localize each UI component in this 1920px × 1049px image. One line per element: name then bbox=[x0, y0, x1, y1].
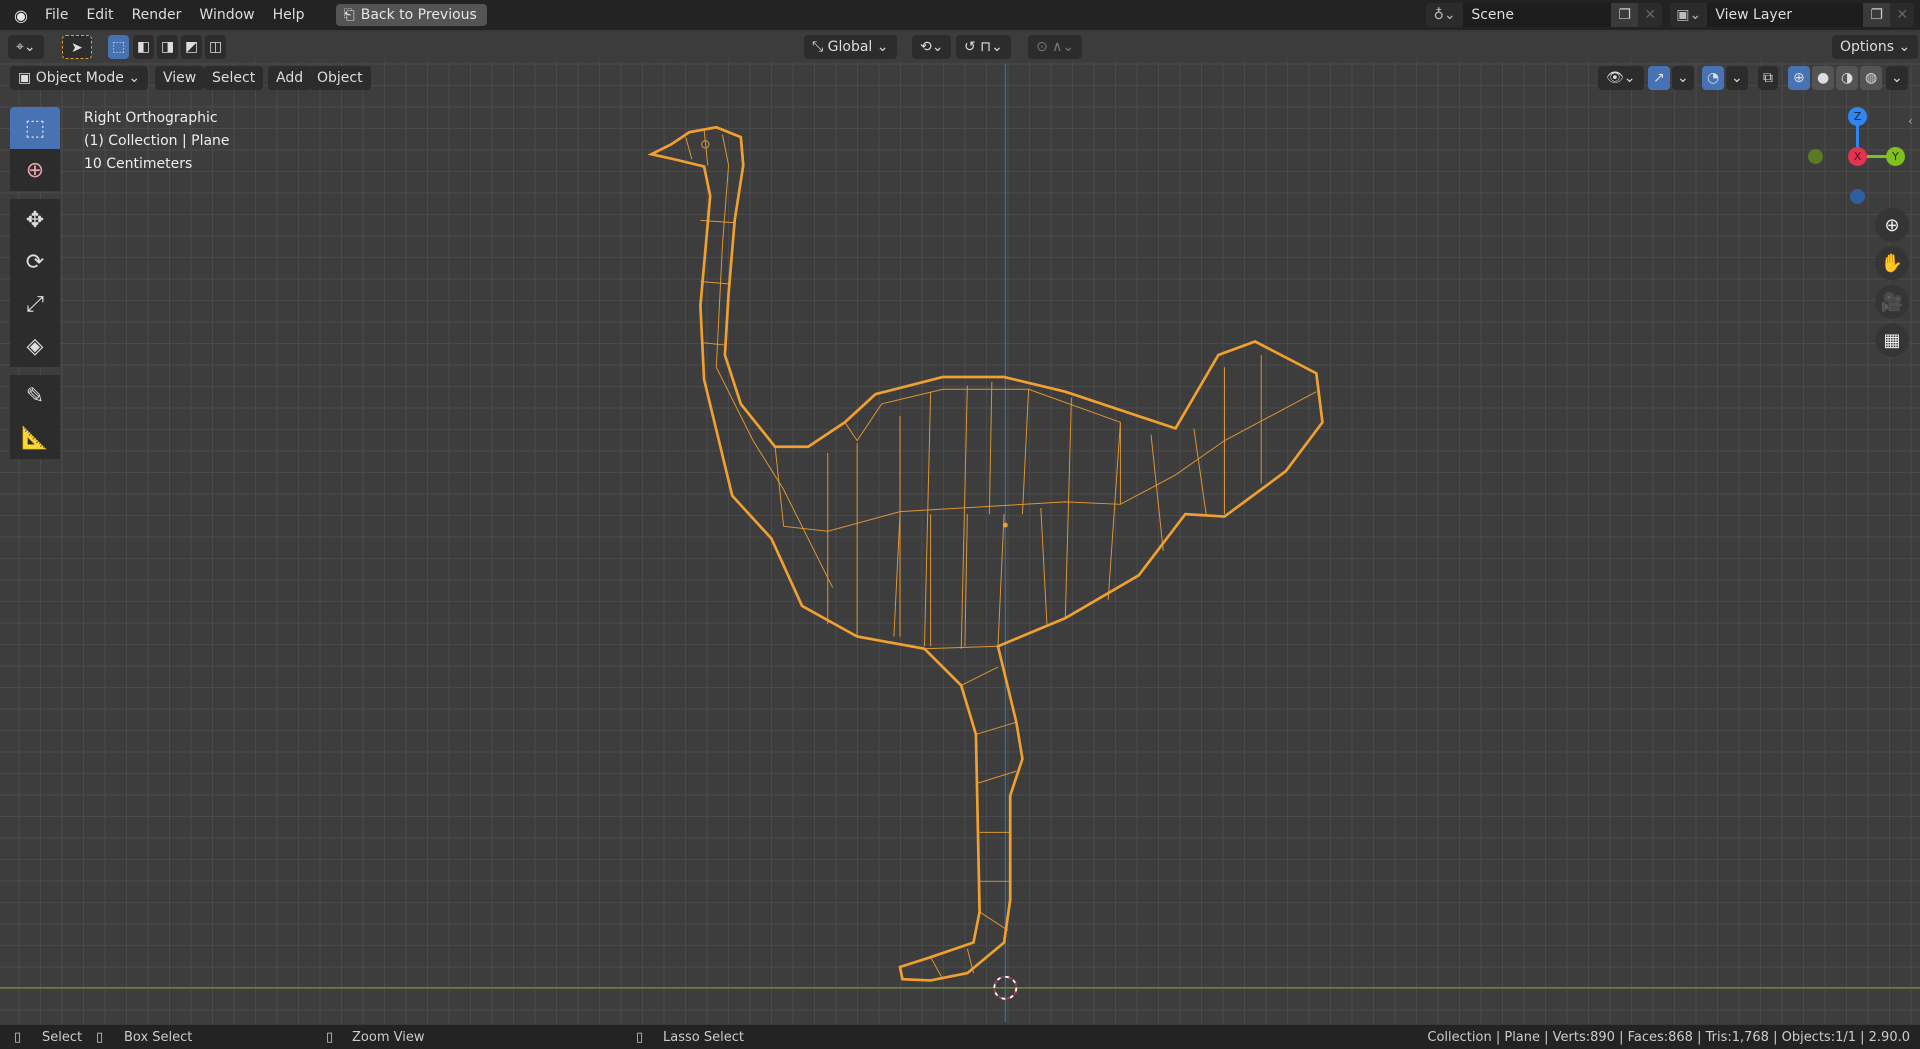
ortho-toggle-grid-icon[interactable]: ▦ bbox=[1875, 323, 1909, 357]
scene-icon[interactable]: ♁⌄ bbox=[1426, 7, 1463, 23]
collection-info: (1) Collection | Plane bbox=[84, 133, 230, 149]
mouse-left-icon: ▯ bbox=[14, 1029, 22, 1045]
object-mode-icon: ▣ bbox=[18, 70, 36, 86]
mode-extend-icon[interactable]: ◧ bbox=[133, 35, 155, 59]
menu-file[interactable]: File bbox=[36, 7, 77, 23]
select-box-tool-icon[interactable]: ⬚ bbox=[10, 107, 60, 149]
status-lasso-select: Lasso Select bbox=[663, 1029, 744, 1045]
rotate-tool-icon[interactable]: ⟳ bbox=[10, 241, 60, 283]
solid-shading-icon[interactable]: ● bbox=[1812, 66, 1835, 90]
new-scene-icon[interactable]: ❐ bbox=[1610, 3, 1639, 27]
blender-logo-icon[interactable]: ◉ bbox=[6, 6, 36, 25]
status-zoom-view: Zoom View bbox=[352, 1029, 425, 1045]
menu-window[interactable]: Window bbox=[190, 7, 263, 23]
editor-type-icon[interactable]: ⌖⌄ bbox=[8, 35, 44, 59]
wireframe-shading-icon[interactable]: ⊕ bbox=[1788, 66, 1810, 90]
view-layer-name-field[interactable]: View Layer bbox=[1707, 3, 1863, 27]
cursor-tool-icon[interactable]: ⊕ bbox=[10, 149, 60, 191]
mode-new-icon[interactable]: ⬚ bbox=[108, 35, 130, 59]
tool-header: ⌖⌄ ➤ ⬚ ◧ ◨ ◩ ◫ ⤡ Global ⌄ ⟲⌄ ↺ ⊓⌄ ⊙ ∧⌄ O… bbox=[0, 32, 1920, 62]
gizmo-z-axis[interactable]: Z bbox=[1848, 107, 1867, 126]
mouse-drag-icon: ▯ bbox=[96, 1029, 104, 1045]
gizmo-dropdown[interactable]: ⌄ bbox=[1672, 66, 1694, 90]
sidebar-toggle-icon[interactable]: ‹ bbox=[1908, 114, 1913, 128]
transform-tool-icon[interactable]: ◈ bbox=[10, 325, 60, 367]
visibility-dropdown[interactable]: 👁⌄ bbox=[1598, 66, 1644, 90]
mode-invert-icon[interactable]: ◩ bbox=[181, 35, 203, 59]
measure-tool-icon[interactable]: 📐 bbox=[10, 417, 60, 459]
material-shading-icon[interactable]: ◑ bbox=[1836, 66, 1859, 90]
tool-shelf: ⬚ ⊕ ✥ ⟳ ⤢ ◈ ✎ 📐 bbox=[10, 107, 62, 459]
view-layer-selector[interactable]: ▣⌄ View Layer ❐ ✕ bbox=[1670, 3, 1914, 27]
shading-dropdown[interactable]: ⌄ bbox=[1886, 66, 1908, 90]
scale-tool-icon[interactable]: ⤢ bbox=[10, 283, 60, 325]
mode-intersect-icon[interactable]: ◫ bbox=[205, 35, 227, 59]
menu-edit[interactable]: Edit bbox=[77, 7, 122, 23]
scene-name-field[interactable]: Scene bbox=[1463, 3, 1611, 27]
gizmo-y-axis[interactable]: Y bbox=[1886, 147, 1905, 166]
view-layer-icon[interactable]: ▣⌄ bbox=[1670, 7, 1707, 23]
snap-toggle-icon[interactable]: ↺ ⊓⌄ bbox=[956, 35, 1011, 59]
mode-subtract-icon[interactable]: ◨ bbox=[157, 35, 179, 59]
options-dropdown[interactable]: Options ⌄ bbox=[1832, 35, 1919, 59]
status-box-select: Box Select bbox=[124, 1029, 193, 1045]
view-name: Right Orthographic bbox=[84, 110, 218, 126]
menu-add[interactable]: Add bbox=[268, 66, 312, 90]
scene-statistics: Collection | Plane | Verts:890 | Faces:8… bbox=[1427, 1029, 1910, 1045]
status-select: Select bbox=[42, 1029, 83, 1045]
menu-render[interactable]: Render bbox=[123, 7, 191, 23]
pan-view-icon[interactable]: ✋ bbox=[1875, 246, 1909, 280]
select-tool-icon[interactable]: ➤ bbox=[62, 35, 92, 59]
rendered-shading-icon[interactable]: ◍ bbox=[1860, 66, 1883, 90]
mode-dropdown[interactable]: ▣ Object Mode ⌄ bbox=[10, 66, 149, 90]
xray-toggle-icon[interactable]: ⧉ bbox=[1758, 66, 1778, 90]
scene-selector[interactable]: ♁⌄ Scene ❐ ✕ bbox=[1426, 3, 1662, 27]
status-bar: ▯ Select ▯ Box Select ▯ Zoom View ▯ Lass… bbox=[0, 1025, 1920, 1049]
overlays-toggle-icon[interactable]: ◔ bbox=[1702, 66, 1725, 90]
mouse-right-icon: ▯ bbox=[636, 1029, 644, 1045]
menu-help[interactable]: Help bbox=[264, 7, 314, 23]
navigation-gizmo[interactable]: Z X Y bbox=[1800, 105, 1910, 205]
gizmo-neg-z-axis[interactable] bbox=[1850, 189, 1865, 204]
overlays-dropdown[interactable]: ⌄ bbox=[1726, 66, 1748, 90]
annotate-tool-icon[interactable]: ✎ bbox=[10, 375, 60, 417]
3d-viewport[interactable] bbox=[0, 32, 1920, 1024]
orientation-icon: ⤡ bbox=[812, 39, 828, 55]
orientation-dropdown[interactable]: ⤡ Global ⌄ bbox=[804, 35, 897, 59]
viewport-info: Right Orthographic (1) Collection | Plan… bbox=[84, 107, 230, 176]
menu-view[interactable]: View bbox=[155, 66, 205, 90]
menu-select[interactable]: Select bbox=[204, 66, 264, 90]
gizmo-neg-y-axis[interactable] bbox=[1808, 149, 1823, 164]
remove-scene-icon[interactable]: ✕ bbox=[1638, 7, 1662, 23]
menu-object[interactable]: Object bbox=[309, 66, 371, 90]
viewport-header: ▣ Object Mode ⌄ View Select Add Object 👁… bbox=[0, 64, 1920, 92]
gizmo-toggle-icon[interactable]: ↗ bbox=[1648, 66, 1670, 90]
grid-scale: 10 Centimeters bbox=[84, 156, 193, 172]
camera-view-icon[interactable]: 🎥 bbox=[1875, 285, 1909, 319]
gizmo-x-axis[interactable]: X bbox=[1848, 147, 1867, 166]
pivot-point-dropdown[interactable]: ⟲⌄ bbox=[912, 35, 952, 59]
back-icon: ⎗ bbox=[343, 7, 355, 23]
move-tool-icon[interactable]: ✥ bbox=[10, 199, 60, 241]
back-to-previous-button[interactable]: ⎗ Back to Previous bbox=[335, 4, 487, 26]
zoom-view-icon[interactable]: ⊕ bbox=[1875, 208, 1909, 242]
mouse-middle-icon: ▯ bbox=[326, 1029, 334, 1045]
proportional-edit-icon[interactable]: ⊙ ∧⌄ bbox=[1028, 35, 1083, 59]
new-view-layer-icon[interactable]: ❐ bbox=[1862, 3, 1891, 27]
remove-view-layer-icon[interactable]: ✕ bbox=[1890, 7, 1914, 23]
